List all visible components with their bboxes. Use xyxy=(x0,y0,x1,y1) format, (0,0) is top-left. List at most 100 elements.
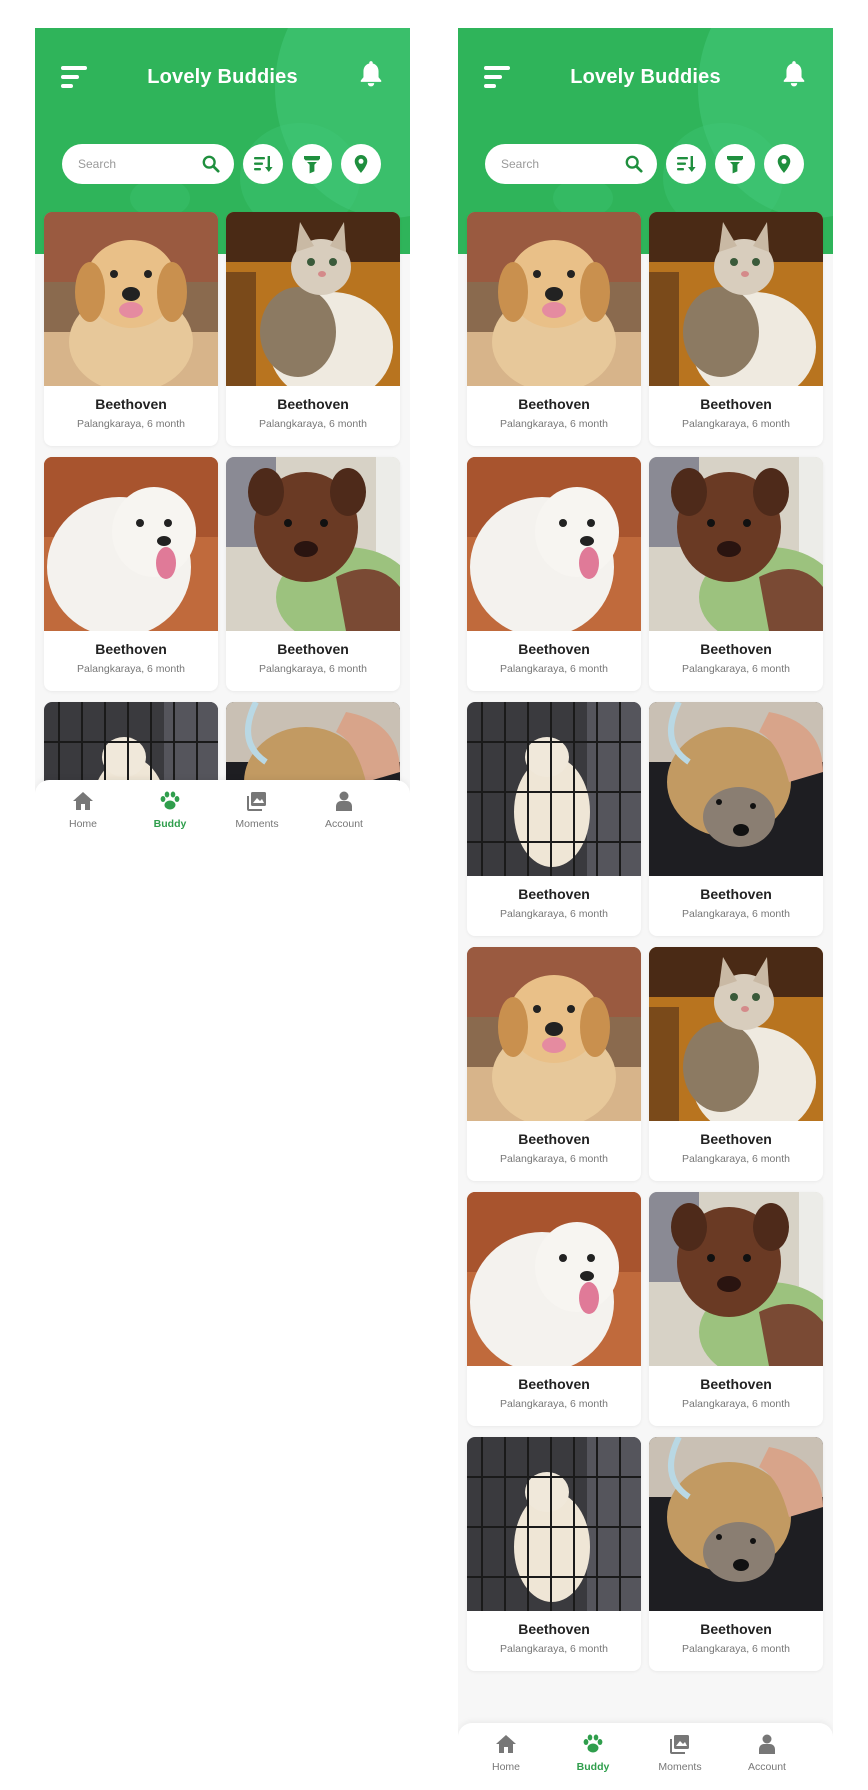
sort-button[interactable] xyxy=(243,144,283,184)
pet-meta: Palangkaraya, 6 month xyxy=(500,418,608,430)
location-button[interactable] xyxy=(764,144,804,184)
pet-name: Beethoven xyxy=(518,641,590,657)
pet-meta: Palangkaraya, 6 month xyxy=(682,1153,790,1165)
pet-name: Beethoven xyxy=(95,396,167,412)
pet-name: Beethoven xyxy=(700,1131,772,1147)
pet-card[interactable]: Beethoven Palangkaraya, 6 month xyxy=(467,1192,641,1426)
menu-icon[interactable] xyxy=(61,66,89,88)
filter-icon xyxy=(727,156,743,174)
pet-card[interactable]: Beethoven Palangkaraya, 6 month xyxy=(467,702,641,936)
pet-photo-white-puppy xyxy=(44,457,218,631)
pet-meta: Palangkaraya, 6 month xyxy=(500,1398,608,1410)
search-icon[interactable] xyxy=(202,155,220,173)
pet-meta: Palangkaraya, 6 month xyxy=(682,908,790,920)
pet-meta: Palangkaraya, 6 month xyxy=(682,663,790,675)
nav-label: Account xyxy=(325,818,363,830)
home-icon xyxy=(73,792,93,810)
filter-icon xyxy=(304,156,320,174)
nav-account[interactable]: Account xyxy=(304,780,384,834)
pet-meta: Palangkaraya, 6 month xyxy=(682,1643,790,1655)
pet-name: Beethoven xyxy=(700,396,772,412)
nav-label: Buddy xyxy=(576,1761,610,1773)
pet-card[interactable]: Beethoven Palangkaraya, 6 month xyxy=(226,457,400,691)
nav-buddy[interactable]: Buddy xyxy=(130,780,210,834)
pet-photo-terrier xyxy=(649,1437,823,1611)
pet-photo-white-puppy xyxy=(467,457,641,631)
filter-button[interactable] xyxy=(292,144,332,184)
menu-icon[interactable] xyxy=(484,66,512,88)
search-icon[interactable] xyxy=(625,155,643,173)
nav-label: Moments xyxy=(658,1761,702,1773)
pet-name: Beethoven xyxy=(700,886,772,902)
photos-icon xyxy=(247,792,266,811)
paw-icon xyxy=(160,791,180,810)
person-icon xyxy=(336,791,352,811)
pet-card[interactable]: Beethoven Palangkaraya, 6 month xyxy=(226,212,400,446)
pet-photo-cat-in-cage xyxy=(467,702,641,876)
pet-card[interactable]: Beethoven Palangkaraya, 6 month xyxy=(467,1437,641,1671)
pet-photo-brown-puppy xyxy=(226,457,400,631)
bell-icon[interactable] xyxy=(781,60,809,92)
photos-icon xyxy=(670,1735,689,1754)
pet-photo-brown-puppy xyxy=(649,457,823,631)
nav-buddy[interactable]: Buddy xyxy=(553,1723,633,1783)
pet-name: Beethoven xyxy=(700,1376,772,1392)
pet-card[interactable]: Beethoven Palangkaraya, 6 month xyxy=(649,947,823,1181)
nav-label: Home xyxy=(491,1761,520,1773)
pet-name: Beethoven xyxy=(277,641,349,657)
pet-name: Beethoven xyxy=(518,1131,590,1147)
pet-meta: Palangkaraya, 6 month xyxy=(500,908,608,920)
sort-icon xyxy=(254,156,273,172)
pet-card[interactable]: Beethoven Palangkaraya, 6 month xyxy=(649,1437,823,1671)
pet-name: Beethoven xyxy=(700,641,772,657)
pet-card[interactable]: Beethoven Palangkaraya, 6 month xyxy=(649,212,823,446)
location-pin-icon xyxy=(777,155,791,173)
search-placeholder: Search xyxy=(501,157,540,171)
nav-home[interactable]: Home xyxy=(43,780,123,834)
pet-card[interactable]: Beethoven Palangkaraya, 6 month xyxy=(44,212,218,446)
pet-photo-terrier xyxy=(649,702,823,876)
pet-photo-tabby-cat xyxy=(226,212,400,386)
location-pin-icon xyxy=(354,155,368,173)
sort-button[interactable] xyxy=(666,144,706,184)
pet-meta: Palangkaraya, 6 month xyxy=(77,663,185,675)
pet-card[interactable]: Beethoven Palangkaraya, 6 month xyxy=(467,947,641,1181)
pet-meta: Palangkaraya, 6 month xyxy=(500,1153,608,1165)
pet-card[interactable]: Beethoven Palangkaraya, 6 month xyxy=(44,457,218,691)
app-title: Lovely Buddies xyxy=(147,66,298,88)
nav-label: Home xyxy=(68,818,97,830)
bell-icon[interactable] xyxy=(358,60,386,92)
pet-photo-white-puppy xyxy=(467,1192,641,1366)
nav-label: Buddy xyxy=(153,818,187,830)
pet-meta: Palangkaraya, 6 month xyxy=(259,663,367,675)
search-input[interactable]: Search xyxy=(62,144,234,184)
nav-account[interactable]: Account xyxy=(727,1723,807,1783)
pet-photo-tabby-cat xyxy=(649,212,823,386)
search-placeholder: Search xyxy=(78,157,117,171)
search-input[interactable]: Search xyxy=(485,144,657,184)
pet-name: Beethoven xyxy=(277,396,349,412)
filter-button[interactable] xyxy=(715,144,755,184)
nav-moments[interactable]: Moments xyxy=(217,780,297,834)
pet-photo-brown-puppy xyxy=(649,1192,823,1366)
pet-name: Beethoven xyxy=(700,1621,772,1637)
pet-photo-tabby-cat xyxy=(649,947,823,1121)
nav-moments[interactable]: Moments xyxy=(640,1723,720,1783)
pet-meta: Palangkaraya, 6 month xyxy=(682,418,790,430)
pet-meta: Palangkaraya, 6 month xyxy=(77,418,185,430)
nav-home[interactable]: Home xyxy=(466,1723,546,1783)
pet-meta: Palangkaraya, 6 month xyxy=(500,663,608,675)
pet-card[interactable]: Beethoven Palangkaraya, 6 month xyxy=(649,457,823,691)
pet-name: Beethoven xyxy=(518,1621,590,1637)
bottom-navigation: Home Buddy Moments Account xyxy=(35,780,410,834)
home-icon xyxy=(496,1735,516,1753)
pet-card[interactable]: Beethoven Palangkaraya, 6 month xyxy=(649,702,823,936)
pet-card[interactable]: Beethoven Palangkaraya, 6 month xyxy=(649,1192,823,1426)
nav-label: Moments xyxy=(235,818,279,830)
pet-card[interactable]: Beethoven Palangkaraya, 6 month xyxy=(467,457,641,691)
location-button[interactable] xyxy=(341,144,381,184)
pet-card[interactable]: Beethoven Palangkaraya, 6 month xyxy=(467,212,641,446)
pet-meta: Palangkaraya, 6 month xyxy=(682,1398,790,1410)
person-icon xyxy=(759,1734,775,1754)
pet-name: Beethoven xyxy=(95,641,167,657)
